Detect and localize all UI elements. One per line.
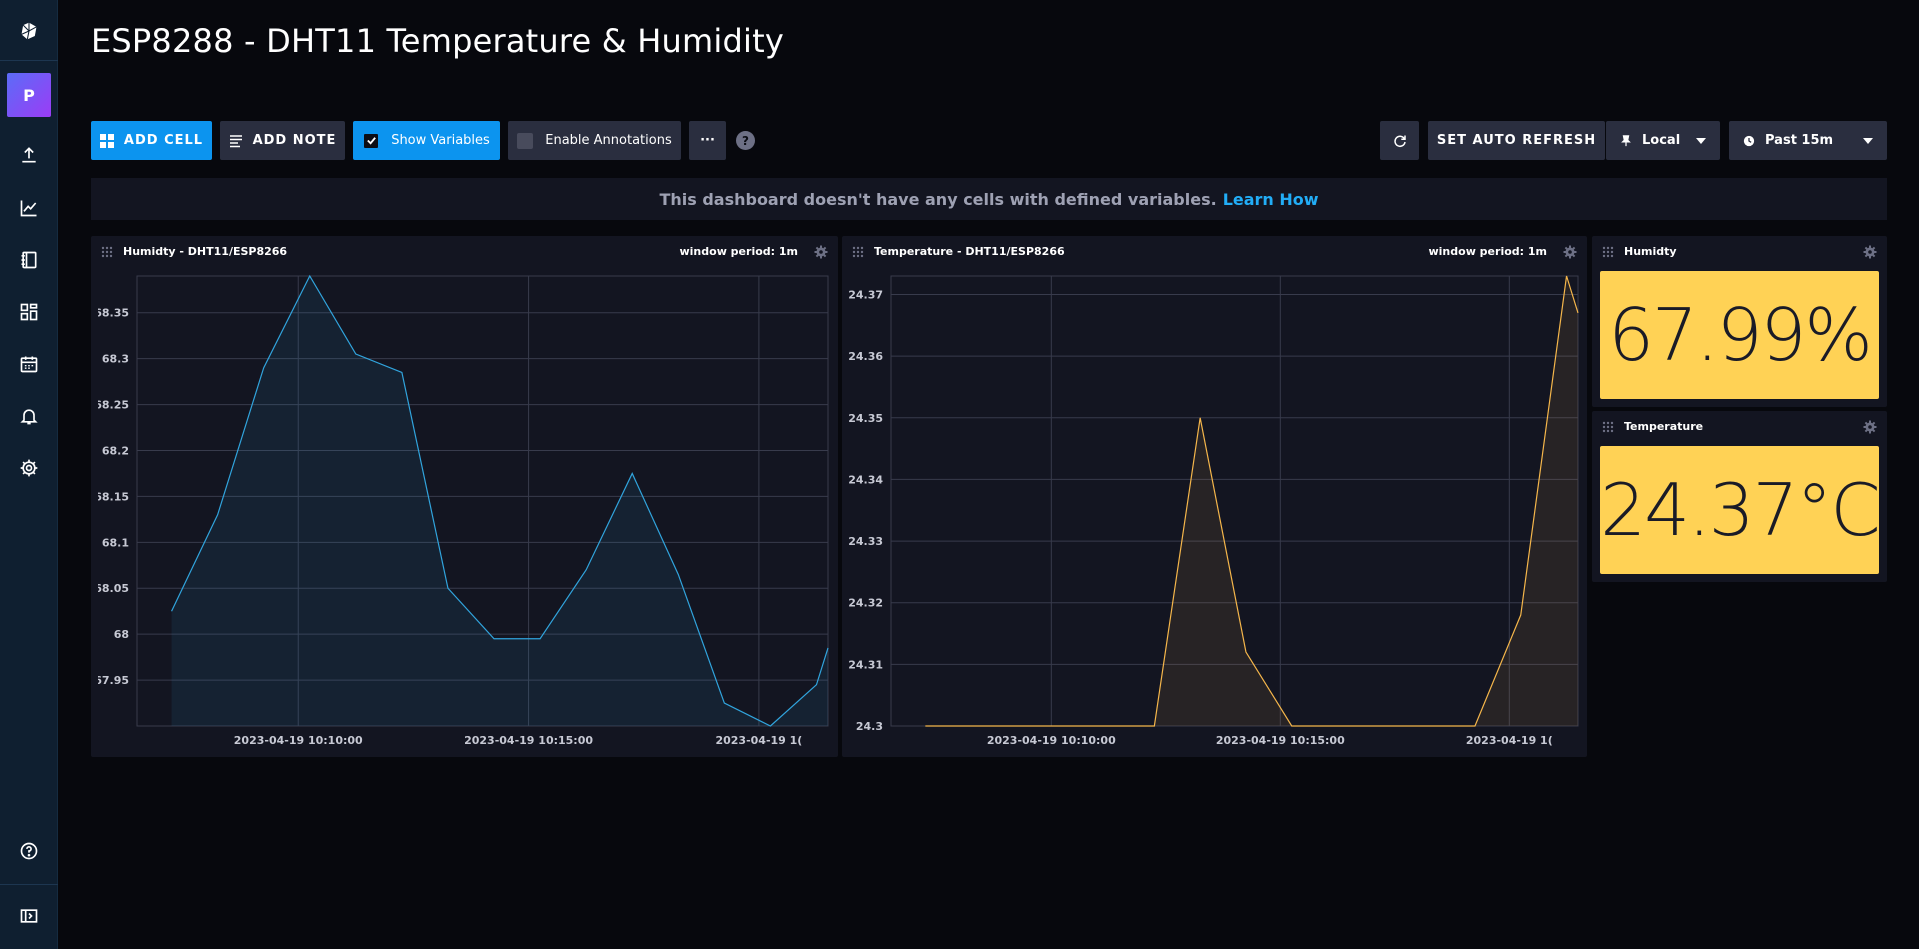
add-note-icon	[229, 134, 242, 147]
add-cell-label: ADD CELL	[123, 133, 204, 148]
edge-mask	[842, 270, 849, 732]
refresh-button[interactable]	[1380, 121, 1419, 160]
temperature-stat-value: 24.37°C	[1600, 446, 1881, 574]
y-tick-label: 68.3	[102, 353, 129, 366]
y-tick-label: 24.34	[848, 473, 883, 486]
alerts-bell-icon[interactable]	[0, 396, 58, 436]
humidity-graph-cell: Humidty - DHT11/ESP8266 window period: 1…	[91, 236, 838, 757]
org-initial: P	[23, 85, 35, 105]
time-range-label: Past 15m	[1765, 133, 1834, 148]
tasks-icon[interactable]	[0, 344, 58, 384]
edge-mask	[829, 728, 838, 752]
notice-message: This dashboard doesn't have any cells wi…	[659, 189, 1217, 209]
y-tick-label: 68.25	[94, 399, 129, 412]
edge-mask	[1579, 728, 1587, 752]
checkmark-icon	[366, 137, 376, 145]
series-line	[925, 275, 1579, 727]
clock-icon	[1743, 135, 1755, 146]
y-tick-label: 68.35	[94, 307, 129, 320]
show-variables-label: Show Variables	[391, 133, 490, 148]
humidity-stat-cell: Humidty 67.99%	[1592, 236, 1887, 407]
x-tick-label: 2023-04-19 10:10:00	[987, 734, 1116, 747]
temperature-graph-cell: Temperature - DHT11/ESP8266 window perio…	[842, 236, 1587, 757]
help-icon[interactable]	[0, 831, 58, 871]
add-cell-button[interactable]: ADD CELL	[91, 121, 212, 160]
y-tick-label: 24.3	[856, 720, 883, 733]
cell-settings-icon[interactable]	[1863, 420, 1877, 434]
sidebar-divider-bottom	[0, 884, 58, 885]
y-tick-label: 24.35	[848, 412, 883, 425]
dashboards-icon[interactable]	[0, 292, 58, 332]
chevron-down-icon	[1863, 137, 1873, 144]
x-tick-label: 2023-04-19 1(	[1466, 734, 1553, 747]
auto-refresh-button[interactable]: SET AUTO REFRESH	[1428, 121, 1605, 160]
y-tick-label: 24.31	[848, 658, 883, 671]
humidity-stat-value: 67.99%	[1600, 271, 1879, 399]
settings-gear-icon[interactable]	[0, 448, 58, 488]
help-glyph: ?	[742, 133, 749, 148]
temperature-chart[interactable]: 24.37 24.36 24.35 24.34 24.33 24.32 24.31 24.3 2…	[842, 236, 1587, 757]
page-title[interactable]: ESP8288 - DHT11 Temperature & Humidity	[91, 22, 784, 60]
more-options-button[interactable]: ···	[689, 121, 726, 160]
show-variables-toggle[interactable]: Show Variables	[353, 121, 500, 160]
variables-help-icon[interactable]: ?	[736, 131, 755, 150]
temperature-stat-cell: Temperature 24.37°C	[1592, 411, 1887, 582]
cell-title: Temperature	[1624, 420, 1704, 433]
timezone-label: Local	[1642, 133, 1681, 148]
cell-settings-icon[interactable]	[1863, 245, 1877, 259]
chevron-down-icon	[1696, 137, 1706, 144]
add-note-label: ADD NOTE	[252, 133, 337, 148]
enable-annotations-label: Enable Annotations	[545, 133, 672, 148]
x-tick-label: 2023-04-19 10:10:00	[234, 734, 363, 747]
x-tick-label: 2023-04-19 10:15:00	[1216, 734, 1345, 747]
y-tick-label: 68.2	[102, 444, 129, 457]
series-area	[171, 276, 829, 726]
timezone-dropdown[interactable]: Local	[1606, 121, 1720, 160]
y-tick-label: 68.15	[94, 490, 129, 503]
notebooks-icon[interactable]	[0, 240, 58, 280]
y-tick-label: 24.37	[848, 288, 883, 301]
enable-annotations-toggle[interactable]: Enable Annotations	[508, 121, 681, 160]
x-tick-label: 2023-04-19 10:15:00	[464, 734, 593, 747]
y-tick-label: 68.05	[94, 582, 129, 595]
influxdb-logo-icon[interactable]	[0, 11, 58, 51]
edge-mask	[91, 270, 98, 732]
y-tick-label: 24.33	[848, 535, 883, 548]
time-range-dropdown[interactable]: Past 15m	[1729, 121, 1887, 160]
y-tick-label: 68	[114, 628, 129, 641]
add-note-button[interactable]: ADD NOTE	[220, 121, 345, 160]
org-avatar[interactable]: P	[7, 73, 51, 117]
auto-refresh-label: SET AUTO REFRESH	[1436, 133, 1597, 148]
x-tick-label: 2023-04-19 1(	[715, 734, 802, 747]
enable-annotations-checkbox[interactable]	[517, 132, 534, 149]
y-tick-label: 67.95	[94, 674, 129, 687]
y-tick-label: 24.36	[848, 350, 883, 363]
cell-title: Humidty	[1624, 245, 1677, 258]
load-data-icon[interactable]	[0, 135, 58, 175]
add-cell-icon	[99, 133, 114, 148]
y-tick-label: 24.32	[848, 597, 883, 610]
sidebar: P	[0, 0, 58, 949]
learn-how-link[interactable]: Learn How	[1223, 190, 1319, 209]
data-explorer-icon[interactable]	[0, 188, 58, 228]
sidebar-divider	[0, 60, 58, 61]
drag-handle-icon[interactable]	[1602, 246, 1614, 258]
y-tick-label: 68.1	[102, 536, 129, 549]
drag-handle-icon[interactable]	[1602, 421, 1614, 433]
refresh-icon	[1393, 135, 1406, 147]
variables-notice: This dashboard doesn't have any cells wi…	[91, 178, 1887, 220]
show-variables-checkbox[interactable]	[363, 132, 380, 149]
humidity-chart[interactable]: 68.35 68.3 68.25 68.2 68.15 68.1 68.05 68 67.95 2…	[91, 236, 838, 757]
more-options-label: ···	[700, 133, 715, 148]
pin-icon	[1621, 134, 1631, 146]
expand-sidebar-icon[interactable]	[0, 896, 58, 936]
series-area	[925, 276, 1578, 726]
